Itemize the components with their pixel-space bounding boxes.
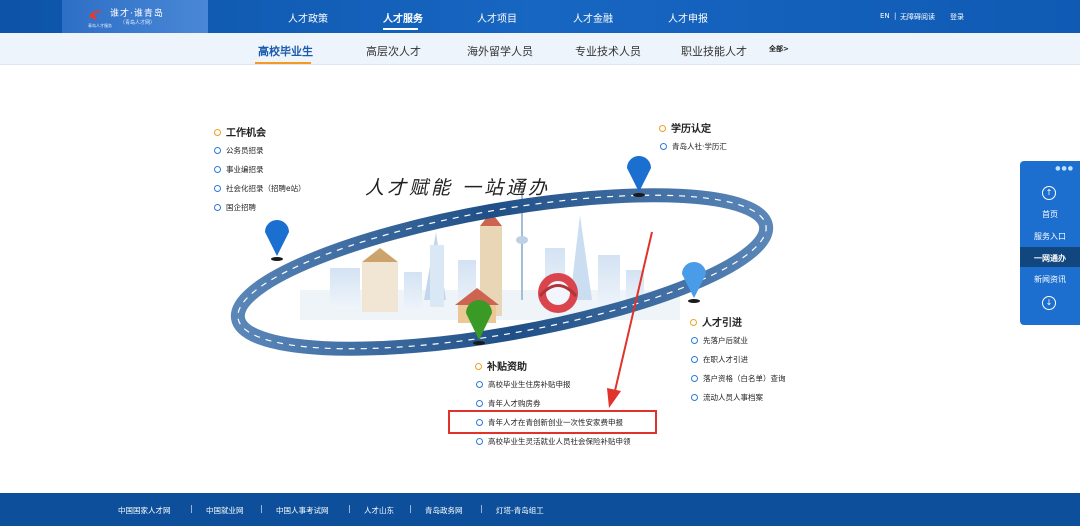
footer-link-employment[interactable]: 中国就业网 [206, 505, 244, 516]
title-dot-icon [475, 363, 482, 370]
floating-service-panel: ●●● ↑ 首页 服务入口 一网通办 新闻资讯 ↓ [1020, 161, 1080, 325]
link-personnel-archives[interactable]: 流动人员人事档案 [691, 392, 763, 403]
scroll-up-icon[interactable]: ↑ [1042, 186, 1056, 200]
link-public-institution-recruitment[interactable]: 事业编招录 [214, 164, 264, 175]
page: 谁才·谁青岛 （青岛人才网） 青岛人才服务 人才政策 人才服务 人才项目 人才金… [0, 0, 1080, 526]
footer-separator: | [190, 504, 193, 513]
bullet-icon [691, 337, 698, 344]
bullet-icon [476, 400, 483, 407]
group-title-introduction: 人才引进 [690, 314, 742, 329]
footer-separator: | [409, 504, 412, 513]
annotation-highlight-box [448, 410, 657, 434]
footer-link-personnel-exam[interactable]: 中国人事考试网 [276, 505, 329, 516]
bullet-icon [660, 143, 667, 150]
group-title-subsidies: 补贴资助 [475, 358, 527, 373]
title-dot-icon [214, 129, 221, 136]
link-housing-subsidy[interactable]: 高校毕业生住房补贴申报 [476, 379, 571, 390]
footer-separator: | [260, 504, 263, 513]
bullet-icon [691, 394, 698, 401]
link-housing-voucher[interactable]: 青年人才购房券 [476, 398, 541, 409]
bullet-icon [214, 185, 221, 192]
panel-service-entry[interactable]: 服务入口 [1020, 231, 1080, 242]
pin-work-opportunities [265, 220, 289, 261]
link-employed-introduction[interactable]: 在职人才引进 [691, 354, 748, 365]
footer-link-lighthouse[interactable]: 灯塔-青岛组工 [496, 505, 544, 516]
footer-link-talent-shandong[interactable]: 人才山东 [364, 505, 394, 516]
service-road-illustration [230, 156, 774, 408]
footer-separator: | [480, 504, 483, 513]
panel-home[interactable]: 首页 [1020, 209, 1080, 220]
bullet-icon [691, 375, 698, 382]
bullet-icon [476, 438, 483, 445]
link-settle-first[interactable]: 先落户后就业 [691, 335, 748, 346]
title-dot-icon [690, 319, 697, 326]
panel-one-stop[interactable]: 一网通办 [1020, 253, 1080, 264]
slogan: 人才赋能 一站通办 [365, 177, 551, 199]
group-title-work: 工作机会 [214, 124, 266, 139]
footer-links: 中国国家人才网 | 中国就业网 | 中国人事考试网 | 人才山东 | 青岛政务网… [0, 493, 1080, 526]
title-dot-icon [659, 125, 666, 132]
link-soe-recruitment[interactable]: 国企招聘 [214, 202, 256, 213]
footer-separator: | [348, 504, 351, 513]
link-whitelist-query[interactable]: 落户资格（白名单）查询 [691, 373, 786, 384]
link-civil-servant-recruitment[interactable]: 公务员招录 [214, 145, 264, 156]
link-social-recruitment[interactable]: 社会化招录（招聘e站） [214, 183, 306, 194]
footer-link-qingdao-gov[interactable]: 青岛政务网 [425, 505, 463, 516]
panel-news[interactable]: 新闻资讯 [1020, 274, 1080, 285]
bullet-icon [214, 166, 221, 173]
bullet-icon [691, 356, 698, 363]
bullet-icon [214, 147, 221, 154]
panel-dots: ●●● [1055, 165, 1074, 172]
link-social-insurance-subsidy[interactable]: 高校毕业生灵活就业人员社会保险补贴申领 [476, 436, 631, 447]
footer-link-national-talent[interactable]: 中国国家人才网 [118, 505, 171, 516]
bullet-icon [214, 204, 221, 211]
group-title-education: 学历认定 [659, 120, 711, 135]
bullet-icon [476, 381, 483, 388]
scroll-down-icon[interactable]: ↓ [1042, 296, 1056, 310]
link-education-hub[interactable]: 青岛人社·学历汇 [660, 141, 727, 152]
